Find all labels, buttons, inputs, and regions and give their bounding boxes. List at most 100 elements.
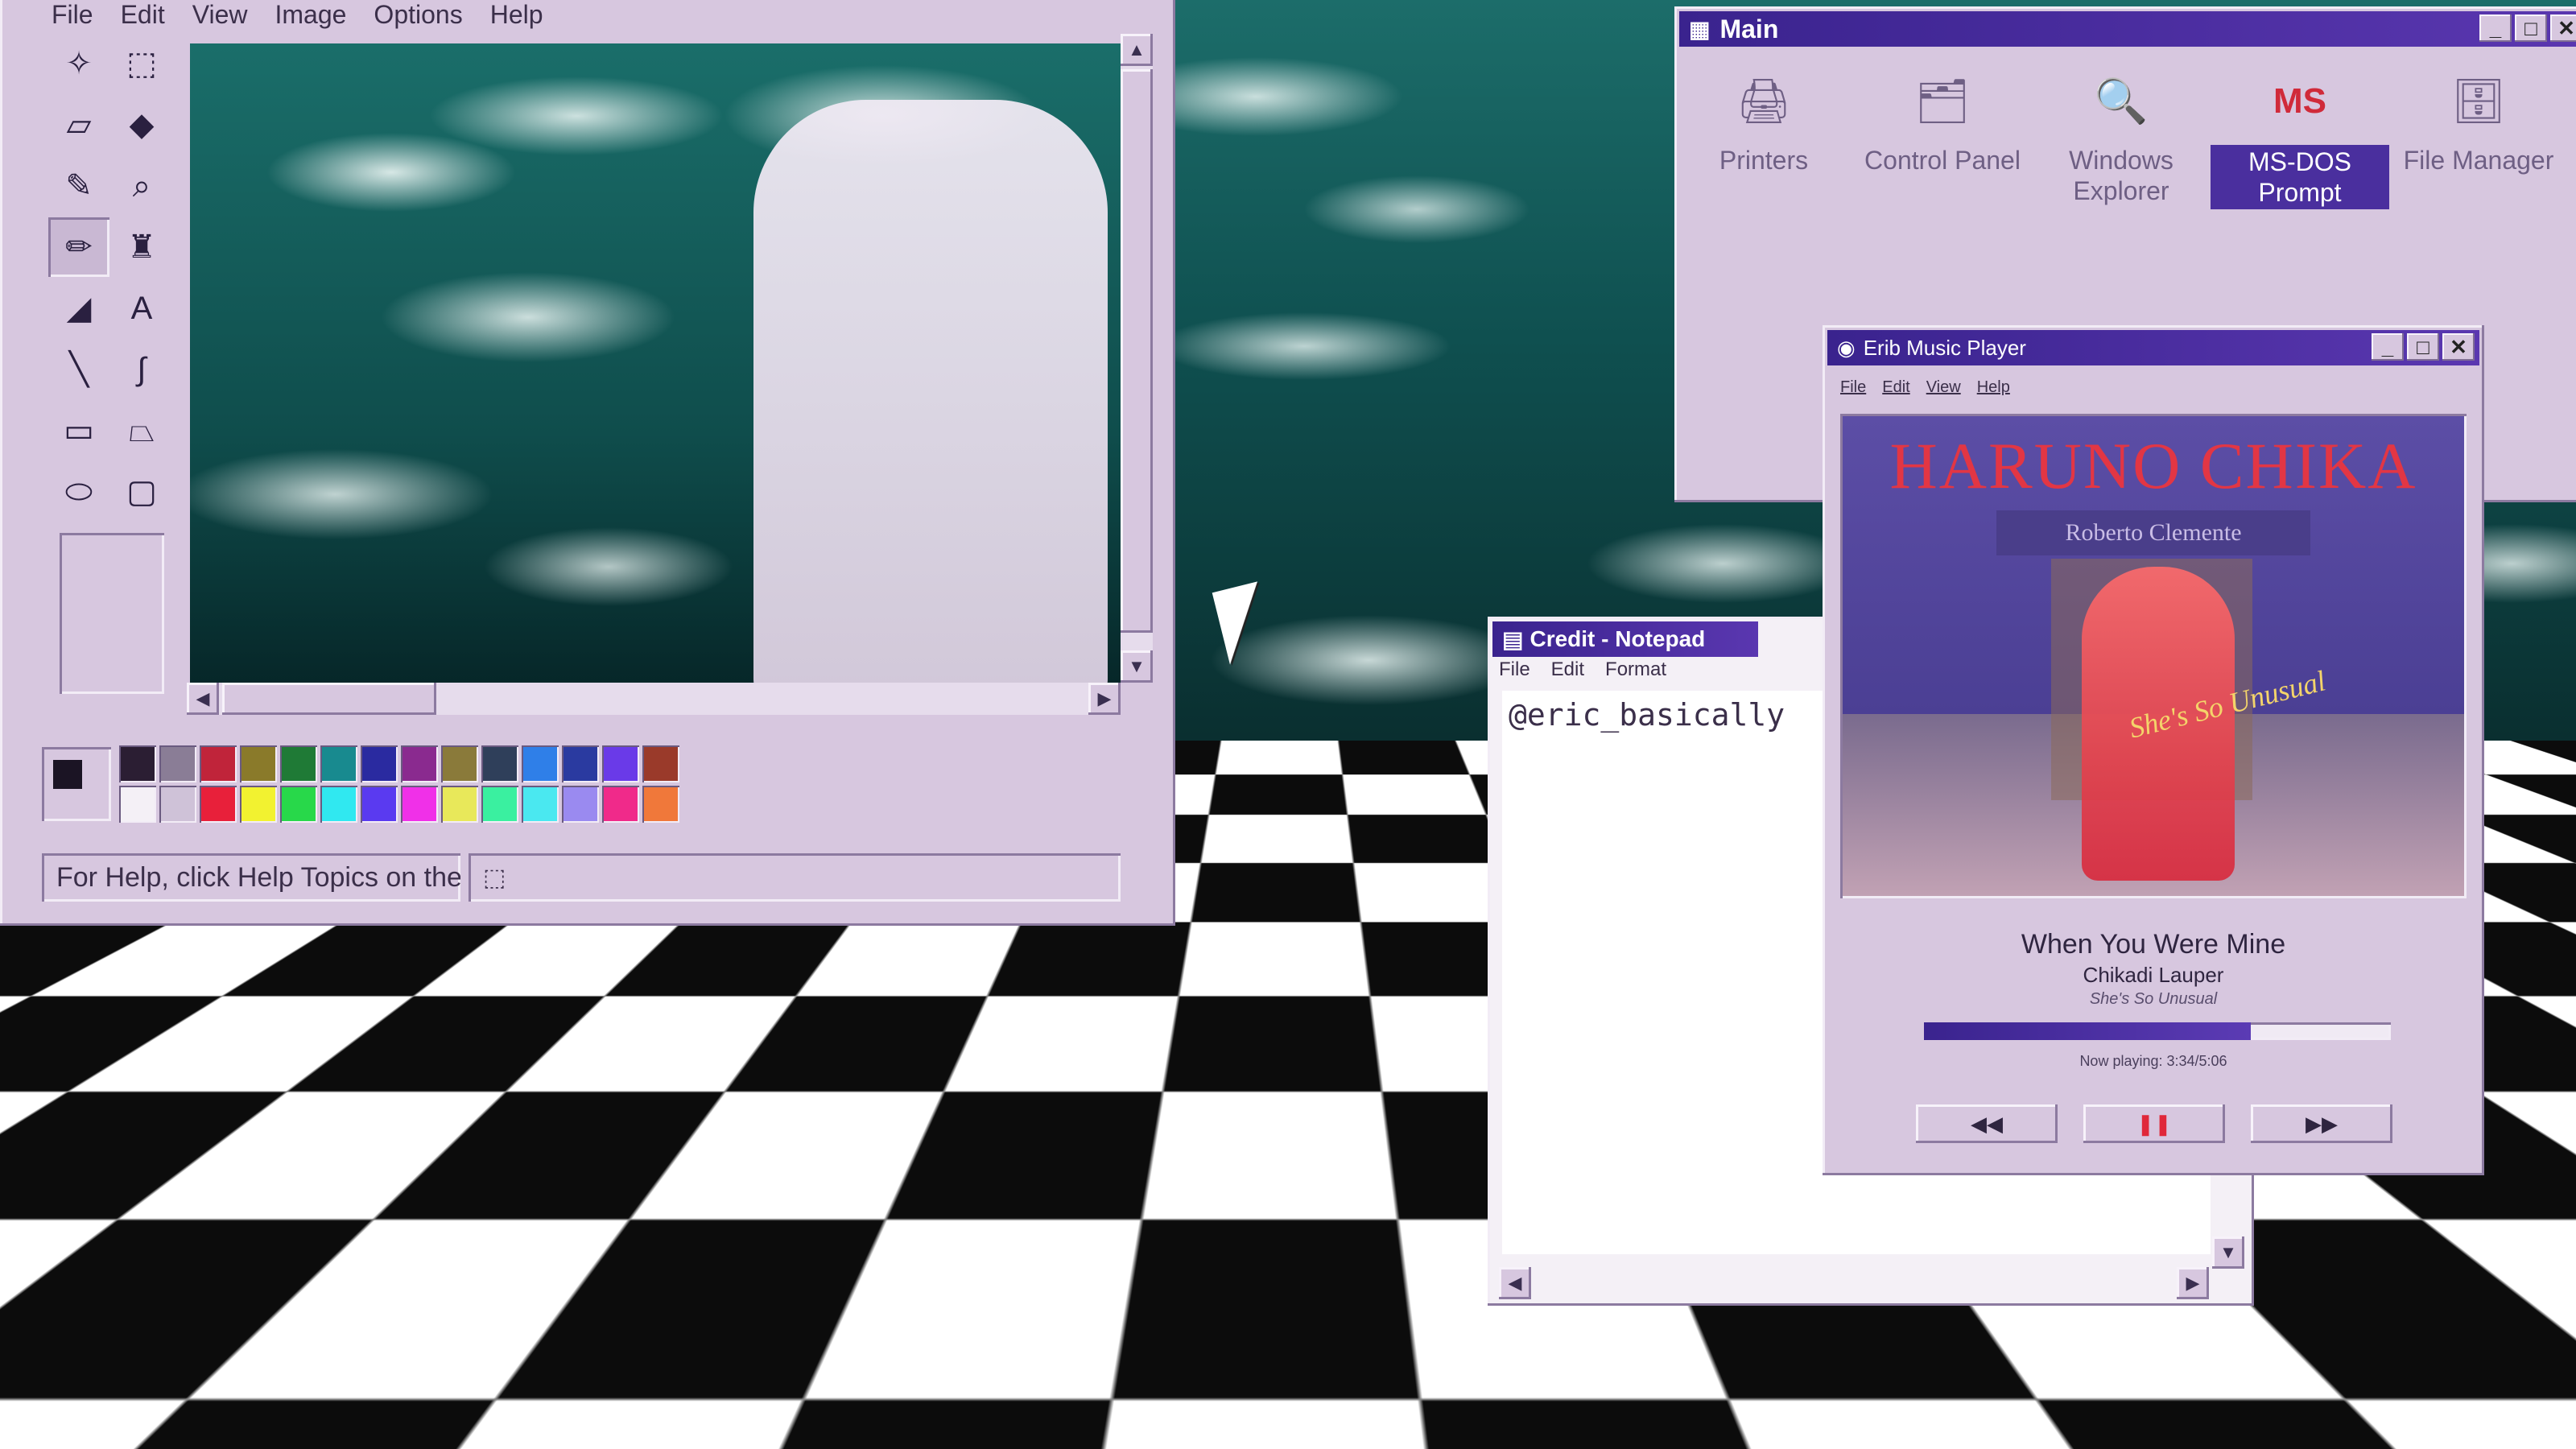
- vertical-scrollbar[interactable]: ▲ ▼: [1121, 34, 1153, 683]
- paint-canvas[interactable]: [190, 43, 1121, 694]
- rect-select-icon[interactable]: ⬚: [111, 34, 172, 93]
- notepad-scroll-down-button[interactable]: ▼: [2212, 1236, 2244, 1269]
- maximize-button[interactable]: □: [2407, 333, 2439, 361]
- player-menu-file[interactable]: File: [1840, 378, 1866, 397]
- horizontal-scroll-thumb[interactable]: [222, 683, 436, 715]
- ms-dos-prompt-icon: MS: [2273, 81, 2326, 121]
- internet-explorer-icon[interactable]: e: [145, 1412, 190, 1449]
- playback-progress-bar[interactable]: [1924, 1022, 2391, 1040]
- rectangle-icon[interactable]: ▭: [48, 401, 109, 460]
- palette-swatch[interactable]: [522, 745, 559, 782]
- palette-swatch[interactable]: [320, 745, 357, 782]
- paint-icon[interactable]: ✎: [364, 1412, 409, 1449]
- scroll-down-button[interactable]: ▼: [1121, 650, 1153, 683]
- palette-swatch[interactable]: [280, 786, 317, 823]
- palette-swatch[interactable]: [602, 786, 639, 823]
- palette-swatch[interactable]: [280, 745, 317, 782]
- pause-button[interactable]: ❚❚: [2083, 1104, 2225, 1143]
- notepad-menu-format[interactable]: Format: [1605, 658, 1666, 681]
- desktop-label-fragment: oft: [0, 998, 31, 1029]
- media-icon[interactable]: ◉: [478, 1412, 523, 1449]
- horizontal-scrollbar[interactable]: ◀ ▶: [187, 683, 1121, 715]
- rounded-rect-icon[interactable]: ▢: [111, 462, 172, 522]
- airbrush-icon[interactable]: ◢: [48, 279, 109, 338]
- text-icon[interactable]: A: [111, 279, 172, 338]
- palette-swatch[interactable]: [642, 786, 679, 823]
- palette-swatch[interactable]: [441, 786, 478, 823]
- maximize-button[interactable]: □: [2515, 14, 2547, 42]
- palette-swatch[interactable]: [481, 786, 518, 823]
- palette-swatch[interactable]: [602, 745, 639, 782]
- player-menu-help[interactable]: Help: [1977, 378, 2010, 397]
- program-item[interactable]: MS MS-DOS Prompt: [2211, 64, 2389, 209]
- menu-image[interactable]: Image: [275, 0, 346, 30]
- menu-file[interactable]: File: [52, 0, 93, 30]
- palette-swatch[interactable]: [240, 786, 277, 823]
- palette-swatch[interactable]: [119, 745, 156, 782]
- notepad-menu-edit[interactable]: Edit: [1551, 658, 1584, 681]
- notepad-titlebar[interactable]: ▤ Credit - Notepad: [1492, 621, 1758, 657]
- vertical-scroll-thumb[interactable]: [1121, 69, 1153, 633]
- eyedropper-icon[interactable]: ✎: [48, 156, 109, 216]
- fast-forward-button[interactable]: ▶▶: [2251, 1104, 2392, 1143]
- palette-swatch[interactable]: [562, 745, 599, 782]
- palette-swatch[interactable]: [240, 745, 277, 782]
- fill-icon[interactable]: ◆: [111, 95, 172, 155]
- pencil-icon[interactable]: ✏: [48, 217, 109, 277]
- palette-swatches: [119, 745, 679, 823]
- magnifier-icon[interactable]: ⌕: [111, 156, 172, 216]
- palette-swatch[interactable]: [642, 745, 679, 782]
- palette-swatch[interactable]: [320, 786, 357, 823]
- notepad-scroll-right-button[interactable]: ▶: [2177, 1267, 2209, 1299]
- scroll-up-button[interactable]: ▲: [1121, 34, 1153, 66]
- palette-swatch[interactable]: [361, 745, 398, 782]
- line-icon[interactable]: ╲: [48, 340, 109, 399]
- palette-swatch[interactable]: [200, 786, 237, 823]
- curve-icon[interactable]: ∫: [111, 340, 172, 399]
- notepad-icon: ▤: [1502, 626, 1524, 652]
- menu-edit[interactable]: Edit: [121, 0, 165, 30]
- palette-swatch[interactable]: [401, 745, 438, 782]
- program-item[interactable]: 🔍 Windows Explorer: [2032, 64, 2211, 209]
- palette-swatch[interactable]: [119, 786, 156, 823]
- palette-swatch[interactable]: [481, 745, 518, 782]
- start-button[interactable]: [0, 1414, 69, 1449]
- palette-swatch[interactable]: [159, 786, 196, 823]
- palette-swatch[interactable]: [441, 745, 478, 782]
- close-button[interactable]: ✕: [2442, 333, 2475, 361]
- program-item[interactable]: 🖨 Printers: [1674, 64, 1853, 209]
- palette-swatch[interactable]: [401, 786, 438, 823]
- palette-swatch[interactable]: [361, 786, 398, 823]
- eraser-icon[interactable]: ▱: [48, 95, 109, 155]
- player-titlebar[interactable]: ◉ Erib Music Player _ □ ✕: [1827, 330, 2479, 365]
- scroll-right-button[interactable]: ▶: [1088, 683, 1121, 715]
- palette-swatch[interactable]: [522, 786, 559, 823]
- palette-swatch[interactable]: [159, 745, 196, 782]
- brush-icon[interactable]: ♜: [111, 217, 172, 277]
- program-item[interactable]: 🗄 File Manager: [2389, 64, 2568, 209]
- current-colors[interactable]: [42, 747, 111, 821]
- minimize-button[interactable]: _: [2479, 14, 2512, 42]
- game-icon[interactable]: ▦: [586, 1412, 631, 1449]
- player-menu-edit[interactable]: Edit: [1882, 378, 1909, 397]
- minimize-button[interactable]: _: [2372, 333, 2404, 361]
- close-button[interactable]: ✕: [2550, 14, 2576, 42]
- menu-options[interactable]: Options: [374, 0, 462, 30]
- program-item[interactable]: 🗂 Control Panel: [1853, 64, 2032, 209]
- palette-swatch[interactable]: [562, 786, 599, 823]
- user-icon[interactable]: ☺: [692, 1412, 737, 1449]
- notepad-menu-file[interactable]: File: [1499, 658, 1530, 681]
- palette-swatch[interactable]: [200, 745, 237, 782]
- desktop-label-fragment: to the: [0, 1185, 69, 1216]
- free-select-icon[interactable]: ✧: [48, 34, 109, 93]
- main-titlebar[interactable]: ▦ Main _ □ ✕: [1679, 11, 2576, 47]
- menu-view[interactable]: View: [192, 0, 248, 30]
- polygon-icon[interactable]: ⏢: [111, 401, 172, 460]
- menu-help[interactable]: Help: [490, 0, 543, 30]
- rewind-button[interactable]: ◀◀: [1916, 1104, 2058, 1143]
- scroll-left-button[interactable]: ◀: [187, 683, 219, 715]
- player-menu-view[interactable]: View: [1926, 378, 1961, 397]
- ellipse-icon[interactable]: ⬭: [48, 462, 109, 522]
- notepad-scroll-left-button[interactable]: ◀: [1499, 1267, 1531, 1299]
- outlook-icon[interactable]: ✉: [266, 1412, 311, 1449]
